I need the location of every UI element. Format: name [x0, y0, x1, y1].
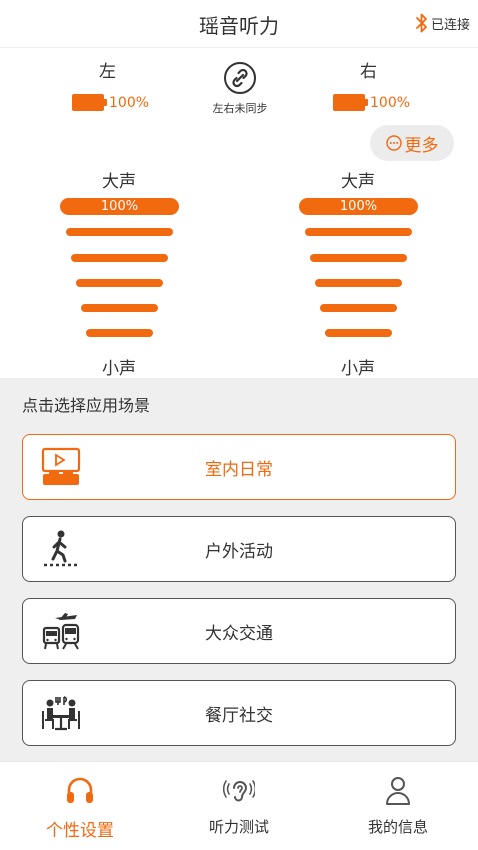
left-volume-level-1[interactable]: 100%	[60, 198, 179, 215]
tab-my-info[interactable]: 我的信息	[338, 774, 458, 837]
more-label: 更多	[404, 135, 439, 156]
tab-label: 个性设置	[46, 821, 114, 841]
bluetooth-status-label: 已连接	[430, 17, 470, 33]
scene-label-indoor: 室内日常	[205, 459, 273, 480]
scene-card-outdoor[interactable]: 户外活动	[22, 516, 456, 582]
tab-label: 听力测试	[208, 818, 269, 836]
bluetooth-status[interactable]: 已连接	[415, 12, 470, 34]
sync-toggle[interactable]: 左右未同步	[205, 62, 275, 116]
left-volume-level-2[interactable]	[66, 228, 173, 236]
right-loud-label: 大声	[341, 172, 375, 192]
left-quiet-label: 小声	[102, 359, 136, 379]
right-battery: 100%	[333, 94, 410, 111]
sync-label: 左右未同步	[212, 102, 268, 115]
right-volume-level-1[interactable]: 100%	[299, 198, 418, 215]
left-volume-level-4[interactable]	[76, 279, 163, 287]
scene-label-outdoor: 户外活动	[205, 541, 273, 562]
link-icon	[224, 62, 256, 94]
bluetooth-icon	[416, 13, 427, 33]
right-quiet-label: 小声	[341, 359, 375, 379]
right-volume-level-6[interactable]	[325, 329, 392, 337]
right-battery-percent: 100%	[370, 94, 411, 111]
scene-label-restaurant: 餐厅社交	[205, 705, 273, 726]
right-volume-level-2[interactable]	[305, 228, 412, 236]
tab-label: 我的信息	[367, 818, 428, 836]
left-volume-level-6[interactable]	[86, 329, 153, 337]
scene-card-transport[interactable]: 大众交通	[22, 598, 456, 664]
app-header: 瑶音听力 已连接	[0, 0, 478, 48]
right-volume-value: 100%	[339, 199, 378, 214]
ellipsis-circle-icon	[385, 135, 402, 151]
battery-icon	[72, 94, 104, 111]
left-volume-level-5[interactable]	[81, 304, 158, 312]
battery-icon	[333, 94, 365, 111]
more-button[interactable]: 更多	[370, 125, 454, 161]
tab-hearing-test[interactable]: 听力测试	[179, 774, 299, 837]
user-icon	[386, 777, 410, 805]
headphones-icon	[67, 777, 93, 803]
scene-card-restaurant[interactable]: 餐厅社交	[22, 680, 456, 746]
right-ear-label: 右	[360, 62, 377, 82]
right-volume-level-5[interactable]	[320, 304, 397, 312]
page-title: 瑶音听力	[199, 14, 279, 38]
right-volume-level-3[interactable]	[310, 254, 407, 262]
scene-card-indoor[interactable]: 室内日常	[22, 434, 456, 500]
tab-personal-settings[interactable]: 个性设置	[20, 774, 140, 841]
scene-section: 点击选择应用场景 室内日常 户外活动 大众交通 餐厅社交	[0, 378, 478, 761]
bottom-tab-bar: 个性设置 听力测试 我的信息	[0, 761, 478, 850]
left-loud-label: 大声	[102, 172, 136, 192]
scene-hint: 点击选择应用场景	[22, 396, 151, 415]
left-battery: 100%	[72, 94, 149, 111]
left-volume-level-3[interactable]	[71, 254, 168, 262]
left-ear-label: 左	[99, 62, 116, 82]
scene-label-transport: 大众交通	[205, 623, 273, 644]
ear-icon	[222, 780, 257, 802]
left-battery-percent: 100%	[109, 94, 150, 111]
left-volume-value: 100%	[100, 199, 139, 214]
right-volume-level-4[interactable]	[315, 279, 402, 287]
